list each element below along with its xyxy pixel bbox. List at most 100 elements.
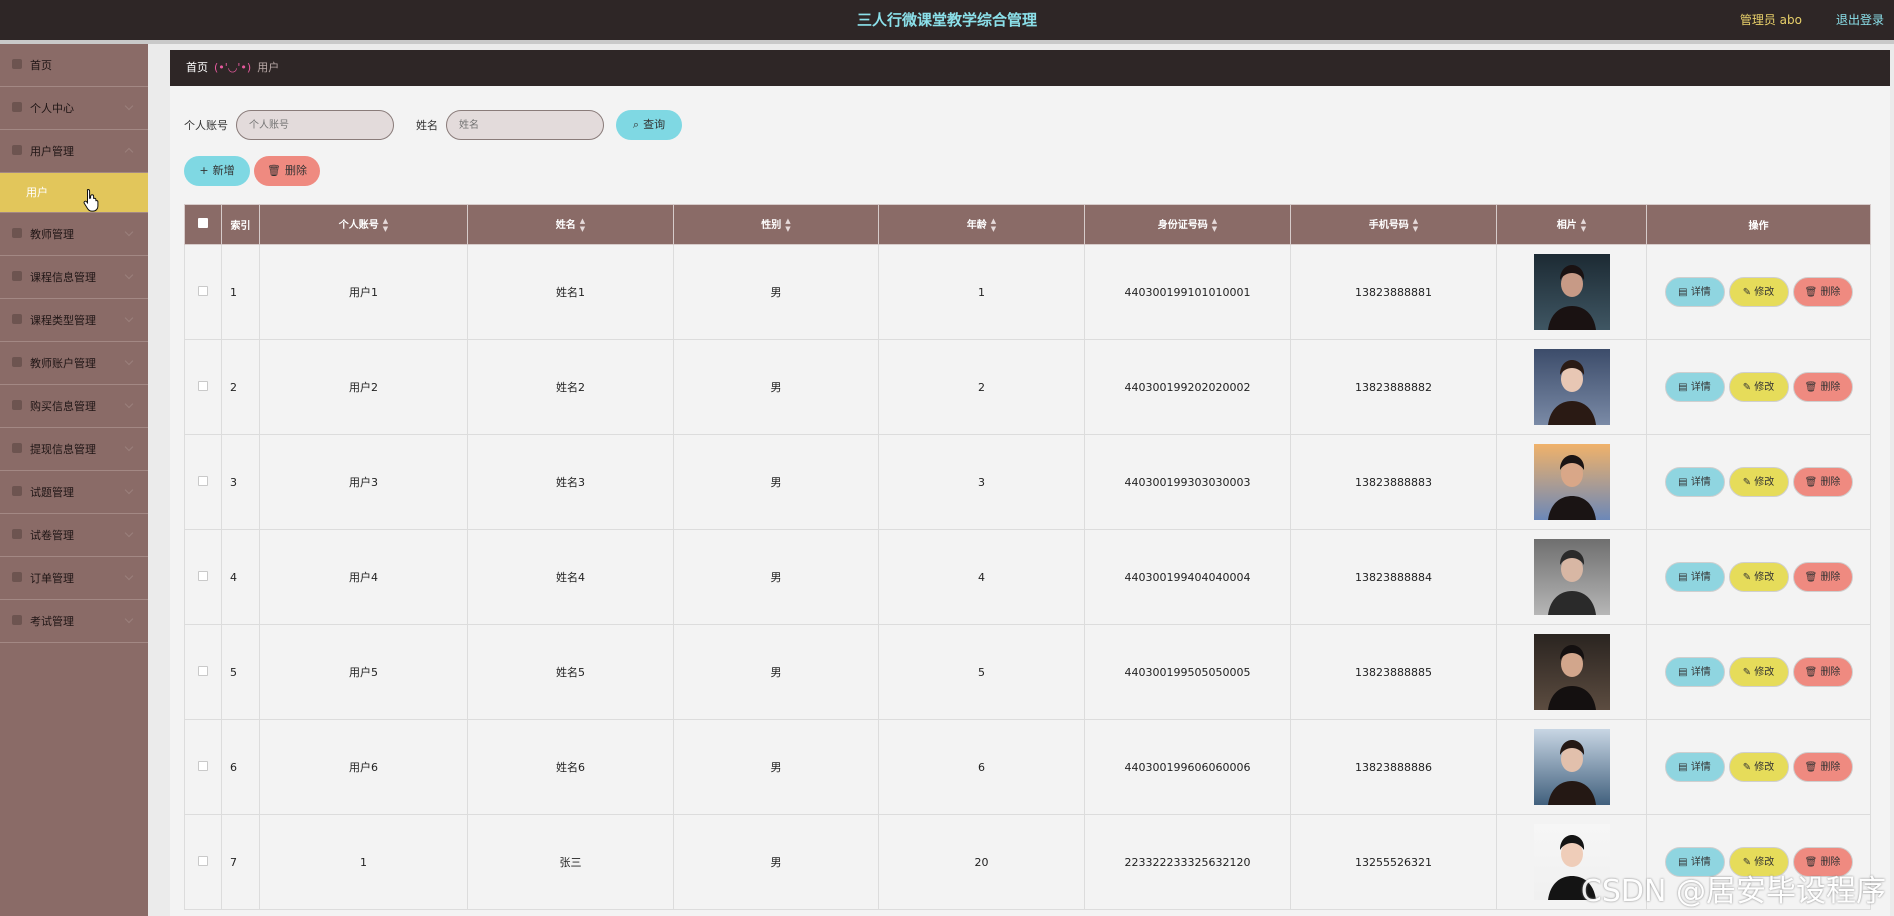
sidebar-item-home[interactable]: 首页: [0, 44, 148, 87]
sidebar-item-teacher-management[interactable]: 教师管理: [0, 213, 148, 256]
sidebar-item-question-management[interactable]: 试题管理: [0, 471, 148, 514]
row-checkbox[interactable]: [184, 719, 222, 815]
sidebar-subitem-users[interactable]: 用户: [0, 173, 148, 213]
csdn-watermark: CSDN @居安毕设程序: [1580, 874, 1886, 909]
cell-actions: ▤ 详情 ✎ 修改 🗑 删除: [1646, 434, 1871, 530]
cell-idcard: 440300199202020002: [1084, 339, 1291, 435]
sidebar-item-label: 首页: [30, 59, 52, 72]
detail-button[interactable]: ▤ 详情: [1664, 372, 1725, 402]
sidebar-item-order-management[interactable]: 订单管理: [0, 557, 148, 600]
account-label: 个人账号: [184, 119, 228, 132]
detail-button[interactable]: ▤ 详情: [1664, 657, 1725, 687]
pencil-icon: ✎: [1742, 762, 1755, 773]
cell-photo: [1496, 434, 1647, 530]
user-photo[interactable]: [1533, 729, 1610, 805]
edit-button[interactable]: ✎ 修改: [1728, 467, 1789, 497]
table-row: 5 用户5 姓名5 男 5 440300199505050005 13823888885 ▤ …: [184, 624, 1871, 720]
delete-button[interactable]: 🗑 删除: [1792, 467, 1853, 497]
breadcrumb: 首页 (•'◡'•) 用户: [170, 50, 1890, 86]
sort-icon: ▲ ▼: [1211, 217, 1218, 233]
cell-gender: 男: [673, 434, 879, 530]
app-title: 三人行微课堂教学综合管理: [856, 11, 1037, 29]
header-divider: [0, 40, 1894, 44]
sidebar-item-purchase-info[interactable]: 购买信息管理: [0, 385, 148, 428]
sidebar-item-teacher-account[interactable]: 教师账户管理: [0, 342, 148, 385]
account-search-input[interactable]: [236, 110, 394, 140]
delete-button[interactable]: 🗑 删除: [1792, 752, 1853, 782]
row-checkbox[interactable]: [184, 434, 222, 530]
detail-button[interactable]: ▤ 详情: [1664, 277, 1725, 307]
edit-button[interactable]: ✎ 修改: [1728, 562, 1789, 592]
edit-button[interactable]: ✎ 修改: [1728, 277, 1789, 307]
batch-delete-button[interactable]: 🗑 删除: [254, 156, 320, 186]
add-button[interactable]: + 新增: [184, 156, 250, 186]
cell-gender: 男: [673, 624, 879, 720]
cell-actions: ▤ 详情 ✎ 修改 🗑 删除: [1646, 244, 1871, 340]
sidebar-item-label: 订单管理: [30, 572, 74, 585]
edit-button[interactable]: ✎ 修改: [1728, 372, 1789, 402]
sidebar-item-exam-management[interactable]: 考试管理: [0, 600, 148, 643]
pencil-icon: ✎: [1742, 382, 1755, 393]
user-photo[interactable]: [1533, 444, 1610, 520]
pencil-icon: ✎: [1742, 572, 1755, 583]
name-search-input[interactable]: [446, 110, 604, 140]
cell-index: 1: [221, 244, 260, 340]
row-checkbox[interactable]: [184, 624, 222, 720]
cell-phone: 13823888883: [1290, 434, 1497, 530]
row-checkbox[interactable]: [184, 529, 222, 625]
sidebar-item-paper-management[interactable]: 试卷管理: [0, 514, 148, 557]
user-photo[interactable]: [1533, 349, 1610, 425]
sidebar-item-user-management[interactable]: 用户管理: [0, 130, 148, 173]
user-photo[interactable]: [1533, 634, 1610, 710]
cell-gender: 男: [673, 719, 879, 815]
column-header-name[interactable]: 姓名 ▲ ▼: [467, 204, 674, 245]
exam-icon: [12, 615, 22, 625]
cart-icon: [12, 400, 22, 410]
sort-icon: ▲ ▼: [785, 217, 791, 233]
cell-index: 4: [221, 529, 260, 625]
column-header-phone[interactable]: 手机号码 ▲ ▼: [1290, 204, 1497, 245]
query-button[interactable]: ⌕ 查询: [616, 110, 682, 140]
column-header-account[interactable]: 个人账号 ▲ ▼: [259, 204, 468, 245]
cell-index: 7: [221, 814, 260, 910]
user-photo[interactable]: [1533, 539, 1610, 615]
sort-icon: ▲ ▼: [382, 217, 389, 233]
column-header-photo[interactable]: 相片 ▲ ▼: [1496, 204, 1647, 245]
cell-phone: 13823888885: [1290, 624, 1497, 720]
row-checkbox[interactable]: [184, 244, 222, 340]
detail-button[interactable]: ▤ 详情: [1664, 467, 1725, 497]
user-photo[interactable]: [1533, 254, 1610, 330]
document-icon: [12, 529, 22, 539]
row-checkbox[interactable]: [184, 814, 222, 910]
delete-button[interactable]: 🗑 删除: [1792, 372, 1853, 402]
chevron-down-icon: [124, 101, 134, 111]
cell-account: 用户2: [259, 339, 468, 435]
chevron-down-icon: [124, 356, 134, 366]
row-checkbox[interactable]: [184, 339, 222, 435]
column-header-idcard[interactable]: 身份证号码 ▲ ▼: [1084, 204, 1291, 245]
detail-button[interactable]: ▤ 详情: [1664, 562, 1725, 592]
cell-name: 姓名2: [467, 339, 674, 435]
chevron-down-icon: [124, 442, 134, 452]
table-row: 2 用户2 姓名2 男 2 440300199202020002 13823888882 ▤ …: [184, 339, 1871, 435]
select-all-checkbox[interactable]: [184, 204, 222, 245]
delete-button[interactable]: 🗑 删除: [1792, 277, 1853, 307]
delete-button[interactable]: 🗑 删除: [1792, 562, 1853, 592]
column-header-age[interactable]: 年龄 ▲ ▼: [878, 204, 1085, 245]
logout-link[interactable]: 退出登录: [1836, 0, 1884, 40]
sidebar-item-profile[interactable]: 个人中心: [0, 87, 148, 130]
table-row: 6 用户6 姓名6 男 6 440300199606060006 13823888886 ▤ …: [184, 719, 1871, 815]
delete-button[interactable]: 🗑 删除: [1792, 657, 1853, 687]
detail-button[interactable]: ▤ 详情: [1664, 752, 1725, 782]
cell-name: 姓名6: [467, 719, 674, 815]
sidebar-item-course-type[interactable]: 课程类型管理: [0, 299, 148, 342]
edit-button[interactable]: ✎ 修改: [1728, 752, 1789, 782]
sidebar-item-withdraw-info[interactable]: 提现信息管理: [0, 428, 148, 471]
edit-button[interactable]: ✎ 修改: [1728, 657, 1789, 687]
column-header-gender[interactable]: 性别 ▲ ▼: [673, 204, 879, 245]
sidebar-item-course-info[interactable]: 课程信息管理: [0, 256, 148, 299]
cell-actions: ▤ 详情 ✎ 修改 🗑 删除: [1646, 719, 1871, 815]
breadcrumb-home[interactable]: 首页: [186, 61, 208, 74]
chevron-down-icon: [124, 528, 134, 538]
sidebar: 首页 个人中心 用户管理 用户 教师管理 课程信息管理 课程类型管理 教师账户管…: [0, 44, 148, 916]
